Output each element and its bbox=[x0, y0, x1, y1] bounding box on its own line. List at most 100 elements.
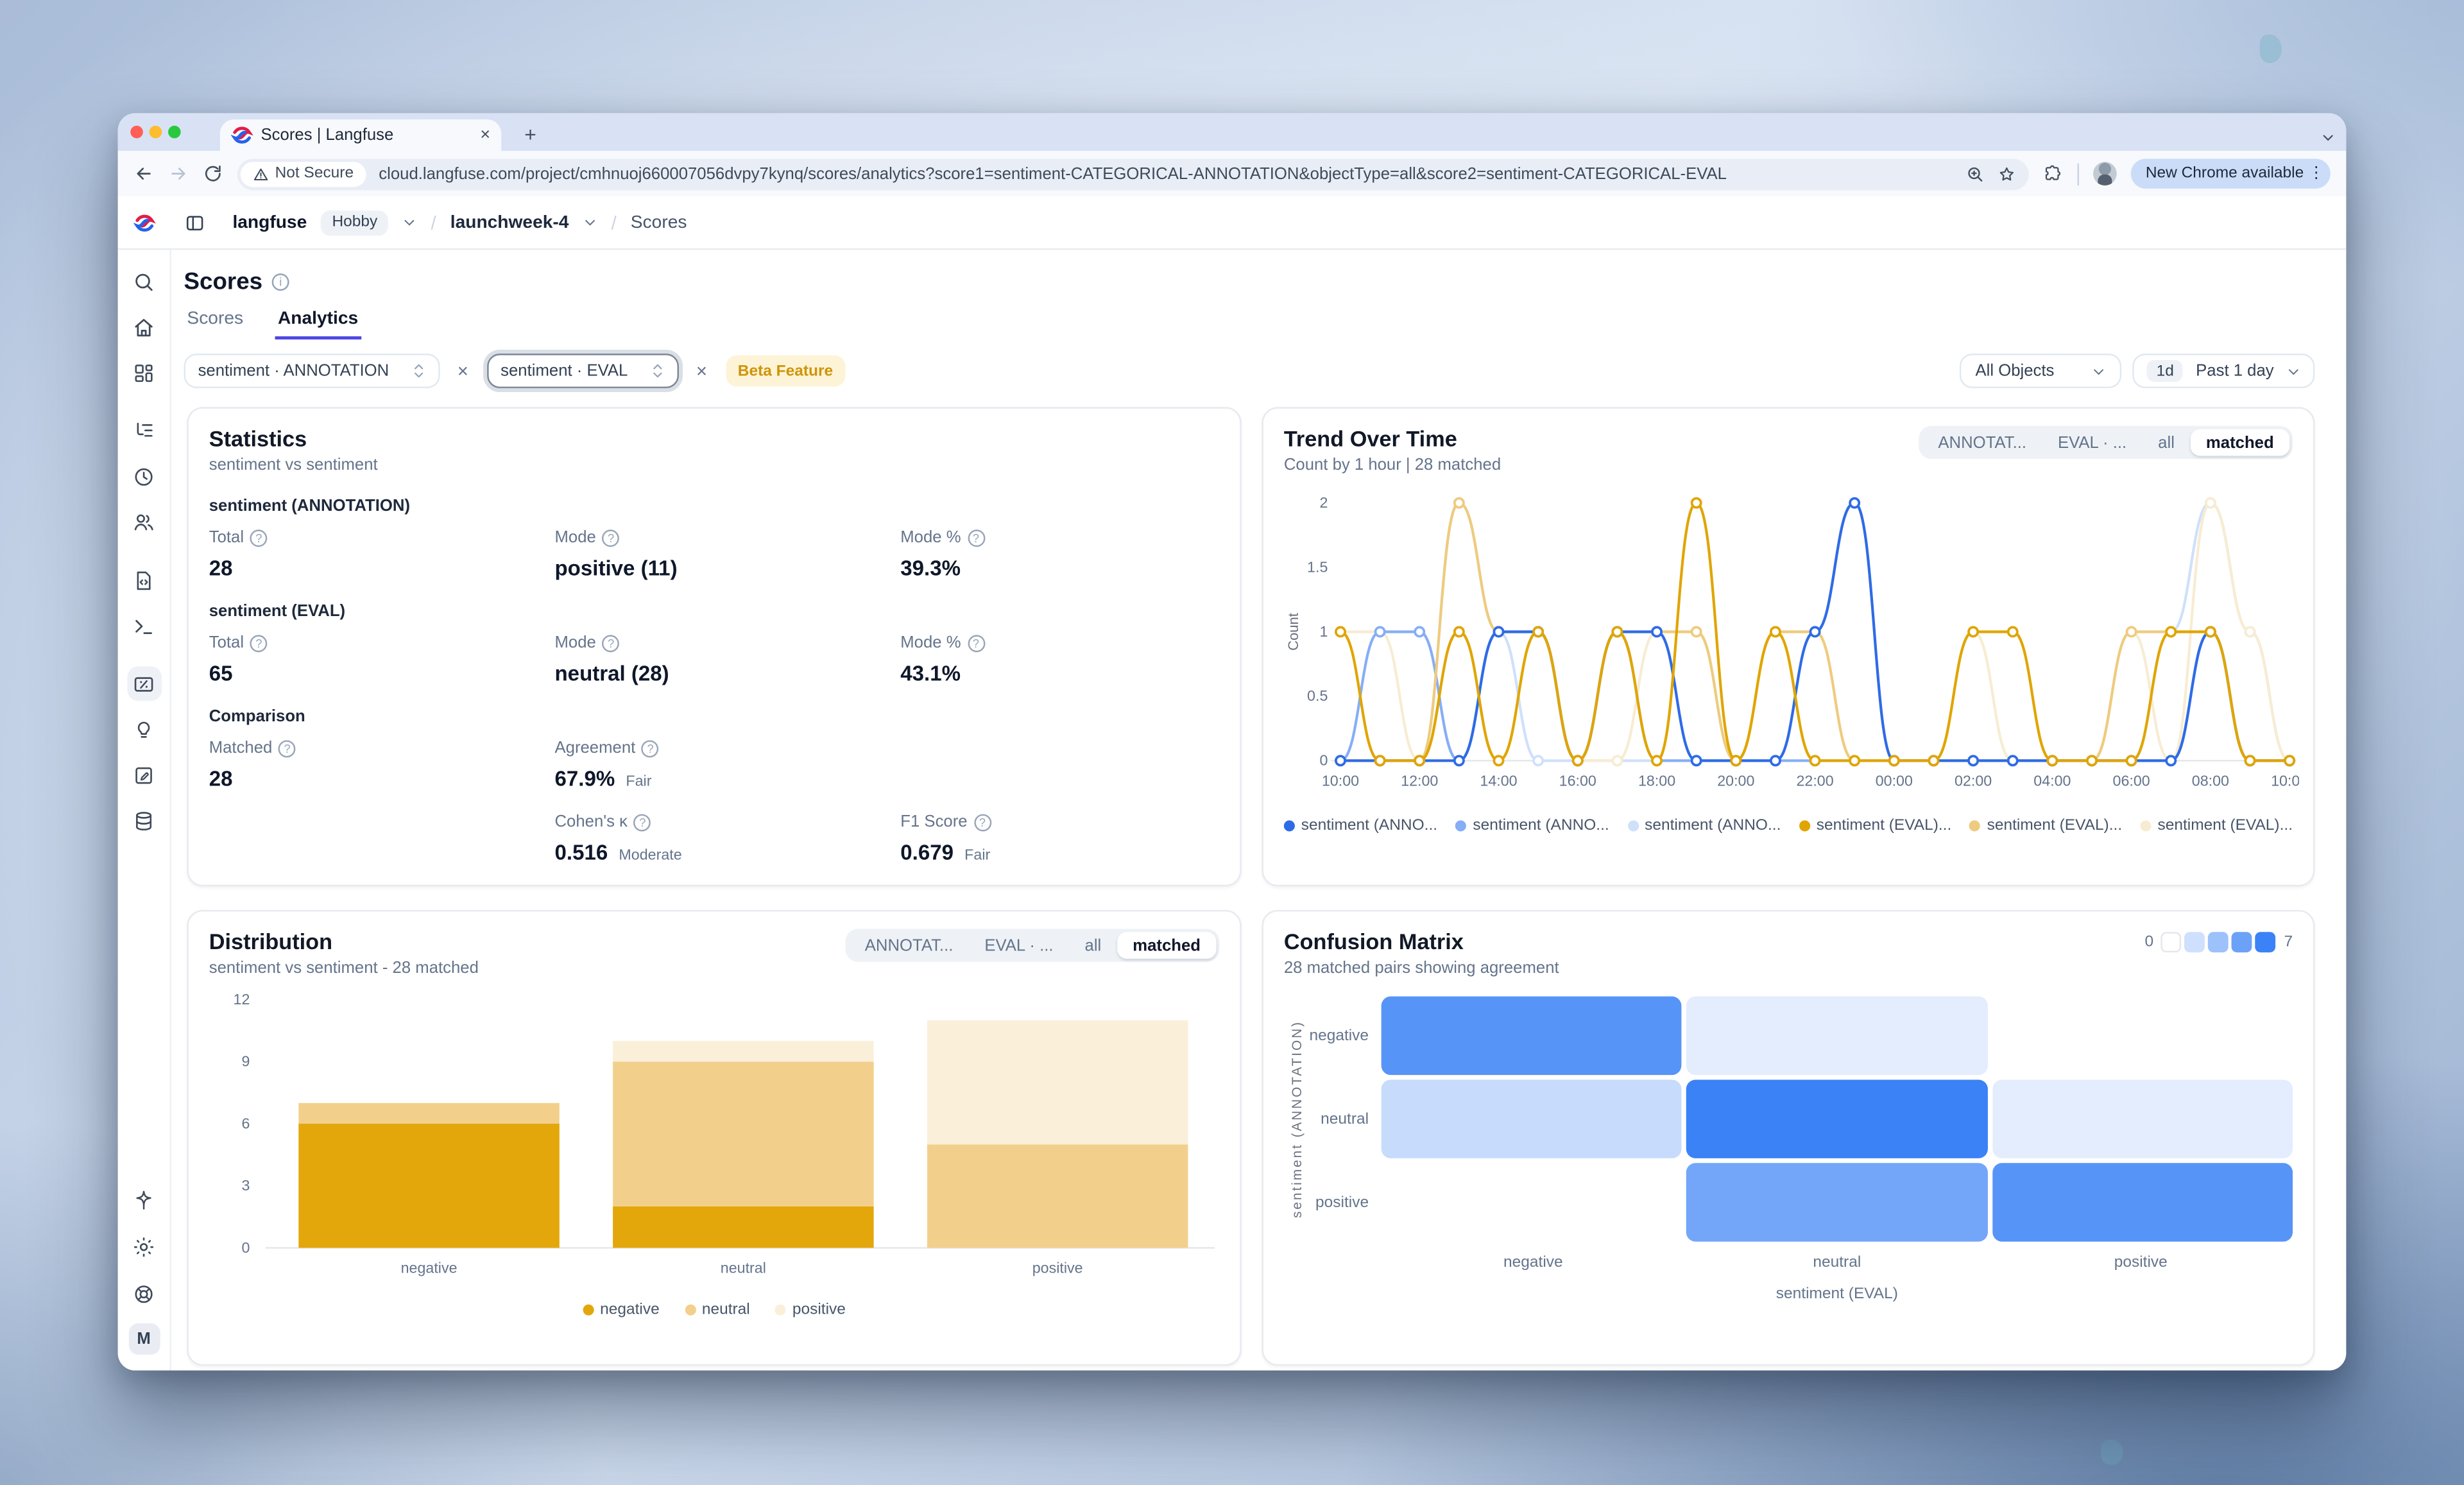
help-icon[interactable] bbox=[634, 813, 651, 830]
search-icon[interactable] bbox=[126, 264, 161, 298]
reload-icon[interactable] bbox=[203, 164, 223, 184]
help-icon[interactable] bbox=[967, 529, 984, 546]
info-icon[interactable] bbox=[272, 273, 289, 291]
trend-data-point bbox=[1731, 756, 1740, 765]
sidebar-toggle-icon[interactable] bbox=[184, 211, 206, 233]
help-icon[interactable] bbox=[250, 634, 268, 651]
user-avatar[interactable]: M bbox=[128, 1323, 160, 1355]
langfuse-favicon bbox=[231, 124, 253, 146]
legend-dot-icon bbox=[685, 1305, 696, 1316]
trend-data-point bbox=[1455, 499, 1464, 508]
x-tick-label: 08:00 bbox=[2192, 772, 2229, 789]
home-icon[interactable] bbox=[126, 309, 161, 344]
legend-label: sentiment (ANNO... bbox=[1301, 817, 1437, 834]
browser-menu-icon[interactable] bbox=[2309, 165, 2324, 182]
tab-analytics[interactable]: Analytics bbox=[275, 309, 361, 339]
trend-data-point bbox=[1494, 756, 1503, 765]
trend-data-point bbox=[2206, 627, 2215, 636]
bar-segment bbox=[298, 1124, 560, 1248]
toggle-all[interactable]: all bbox=[1069, 932, 1117, 959]
bookmark-star-icon[interactable] bbox=[1998, 164, 2017, 183]
time-range-select[interactable]: 1d Past 1 day bbox=[2133, 354, 2314, 388]
metric-qualifier: Moderate bbox=[619, 847, 681, 864]
tab-scores[interactable]: Scores bbox=[184, 309, 246, 339]
profile-avatar[interactable] bbox=[2094, 162, 2118, 185]
extensions-icon[interactable] bbox=[2044, 164, 2064, 184]
help-icon[interactable] bbox=[278, 739, 296, 757]
zoom-icon[interactable] bbox=[1967, 164, 1985, 183]
org-chevron-down-icon[interactable] bbox=[402, 216, 416, 230]
metric-qualifier: Fair bbox=[964, 847, 990, 864]
remove-score1-icon[interactable] bbox=[450, 360, 475, 382]
settings-gear-icon[interactable] bbox=[126, 1229, 161, 1264]
datasets-icon[interactable] bbox=[126, 757, 161, 792]
objects-select[interactable]: All Objects bbox=[1960, 354, 2122, 388]
window-close-button[interactable] bbox=[130, 126, 143, 139]
legend-dot-icon bbox=[1799, 820, 1810, 831]
dashboards-icon[interactable] bbox=[126, 355, 161, 390]
toggle-annotation[interactable]: ANNOTAT... bbox=[849, 932, 969, 959]
score1-label: sentiment · ANNOTATION bbox=[198, 361, 389, 380]
project-chevron-down-icon[interactable] bbox=[583, 216, 597, 230]
sessions-clock-icon[interactable] bbox=[126, 459, 161, 494]
scores-icon[interactable] bbox=[126, 666, 161, 701]
ask-ai-sparkle-icon[interactable] bbox=[126, 1182, 161, 1217]
scale-square bbox=[2232, 932, 2253, 952]
breadcrumb-org[interactable]: langfuse bbox=[232, 213, 307, 232]
support-lifebuoy-icon[interactable] bbox=[126, 1276, 161, 1311]
trend-data-point bbox=[1850, 499, 1859, 508]
remove-score2-icon[interactable] bbox=[689, 360, 714, 382]
toggle-annotation[interactable]: ANNOTAT... bbox=[1922, 429, 2042, 456]
trend-series-line bbox=[1340, 631, 2289, 760]
site-security-chip[interactable]: Not Secure bbox=[241, 161, 366, 186]
new-tab-button[interactable] bbox=[517, 121, 544, 148]
evals-lightbulb-icon[interactable] bbox=[126, 712, 161, 746]
forward-icon[interactable] bbox=[168, 164, 189, 184]
toggle-eval[interactable]: EVAL · ... bbox=[2042, 429, 2143, 456]
database-icon[interactable] bbox=[126, 803, 161, 837]
trend-title: Trend Over Time bbox=[1284, 426, 1501, 451]
tracing-icon[interactable] bbox=[126, 413, 161, 448]
breadcrumb-project[interactable]: launchweek-4 bbox=[450, 213, 569, 232]
trend-data-point bbox=[1336, 627, 1345, 636]
users-icon[interactable] bbox=[126, 504, 161, 539]
trend-data-point bbox=[1613, 756, 1621, 765]
tab-close-icon[interactable] bbox=[480, 126, 490, 144]
confusion-row-label: positive bbox=[1309, 1163, 1382, 1241]
metric-label: Mode % bbox=[900, 633, 961, 652]
tab-search-icon[interactable] bbox=[2321, 124, 2335, 152]
x-tick-label: 02:00 bbox=[1955, 772, 1992, 789]
scale-min: 0 bbox=[2145, 934, 2154, 951]
score1-select[interactable]: sentiment · ANNOTATION bbox=[184, 354, 440, 388]
browser-tab[interactable]: Scores | Langfuse bbox=[220, 119, 501, 151]
metric-modepct-annotation: Mode % 39.3% bbox=[900, 528, 1219, 580]
help-icon[interactable] bbox=[967, 634, 984, 651]
trend-data-point bbox=[1969, 627, 1978, 636]
address-bar[interactable]: Not Secure cloud.langfuse.com/project/cm… bbox=[237, 158, 2030, 189]
help-icon[interactable] bbox=[603, 634, 620, 651]
confusion-title: Confusion Matrix bbox=[1284, 929, 1559, 954]
score2-select[interactable]: sentiment · EVAL bbox=[486, 354, 678, 388]
help-icon[interactable] bbox=[250, 529, 268, 546]
chrome-update-button[interactable]: New Chrome available bbox=[2132, 159, 2331, 189]
plan-badge[interactable]: Hobby bbox=[321, 210, 388, 235]
toggle-eval[interactable]: EVAL · ... bbox=[969, 932, 1069, 959]
confusion-cell bbox=[1382, 1163, 1682, 1241]
help-icon[interactable] bbox=[642, 739, 659, 757]
window-minimize-button[interactable] bbox=[150, 126, 162, 139]
prompts-icon[interactable] bbox=[126, 563, 161, 597]
back-icon[interactable] bbox=[133, 164, 154, 184]
trend-data-point bbox=[2245, 627, 2254, 636]
help-icon[interactable] bbox=[603, 529, 620, 546]
metric-value: 0.516 bbox=[554, 841, 608, 864]
trend-data-point bbox=[2087, 756, 2096, 765]
trend-data-point bbox=[1692, 627, 1701, 636]
toggle-matched[interactable]: matched bbox=[1117, 932, 1217, 959]
toggle-matched[interactable]: matched bbox=[2190, 429, 2289, 456]
toggle-all[interactable]: all bbox=[2143, 429, 2191, 456]
trend-data-point bbox=[2127, 627, 2136, 636]
trend-data-point bbox=[1534, 756, 1543, 765]
window-zoom-button[interactable] bbox=[168, 126, 181, 139]
help-icon[interactable] bbox=[973, 813, 991, 830]
playground-terminal-icon[interactable] bbox=[126, 608, 161, 643]
